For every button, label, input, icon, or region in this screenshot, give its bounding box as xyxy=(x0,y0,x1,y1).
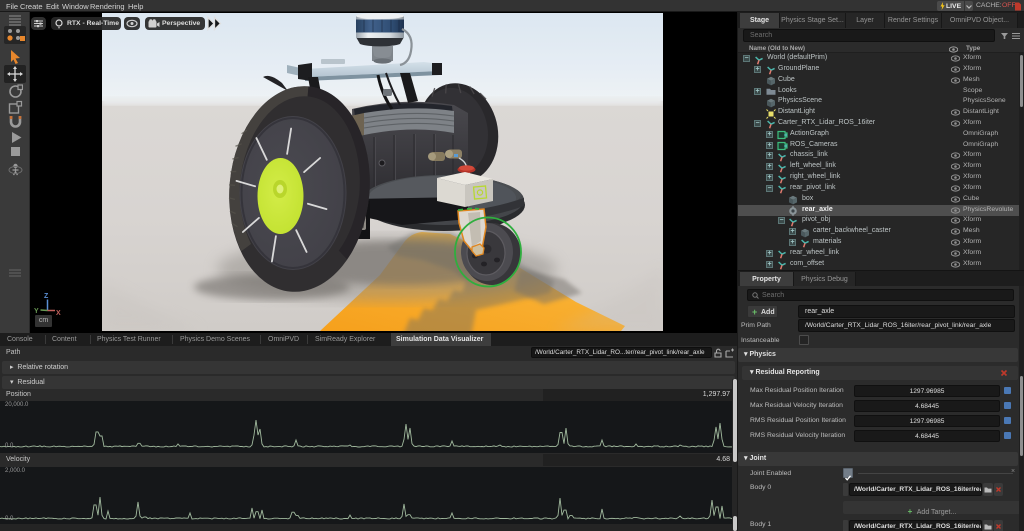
svg-text:Y: Y xyxy=(34,308,39,315)
svg-text:X: X xyxy=(56,310,61,317)
svg-text:Z: Z xyxy=(44,293,49,300)
